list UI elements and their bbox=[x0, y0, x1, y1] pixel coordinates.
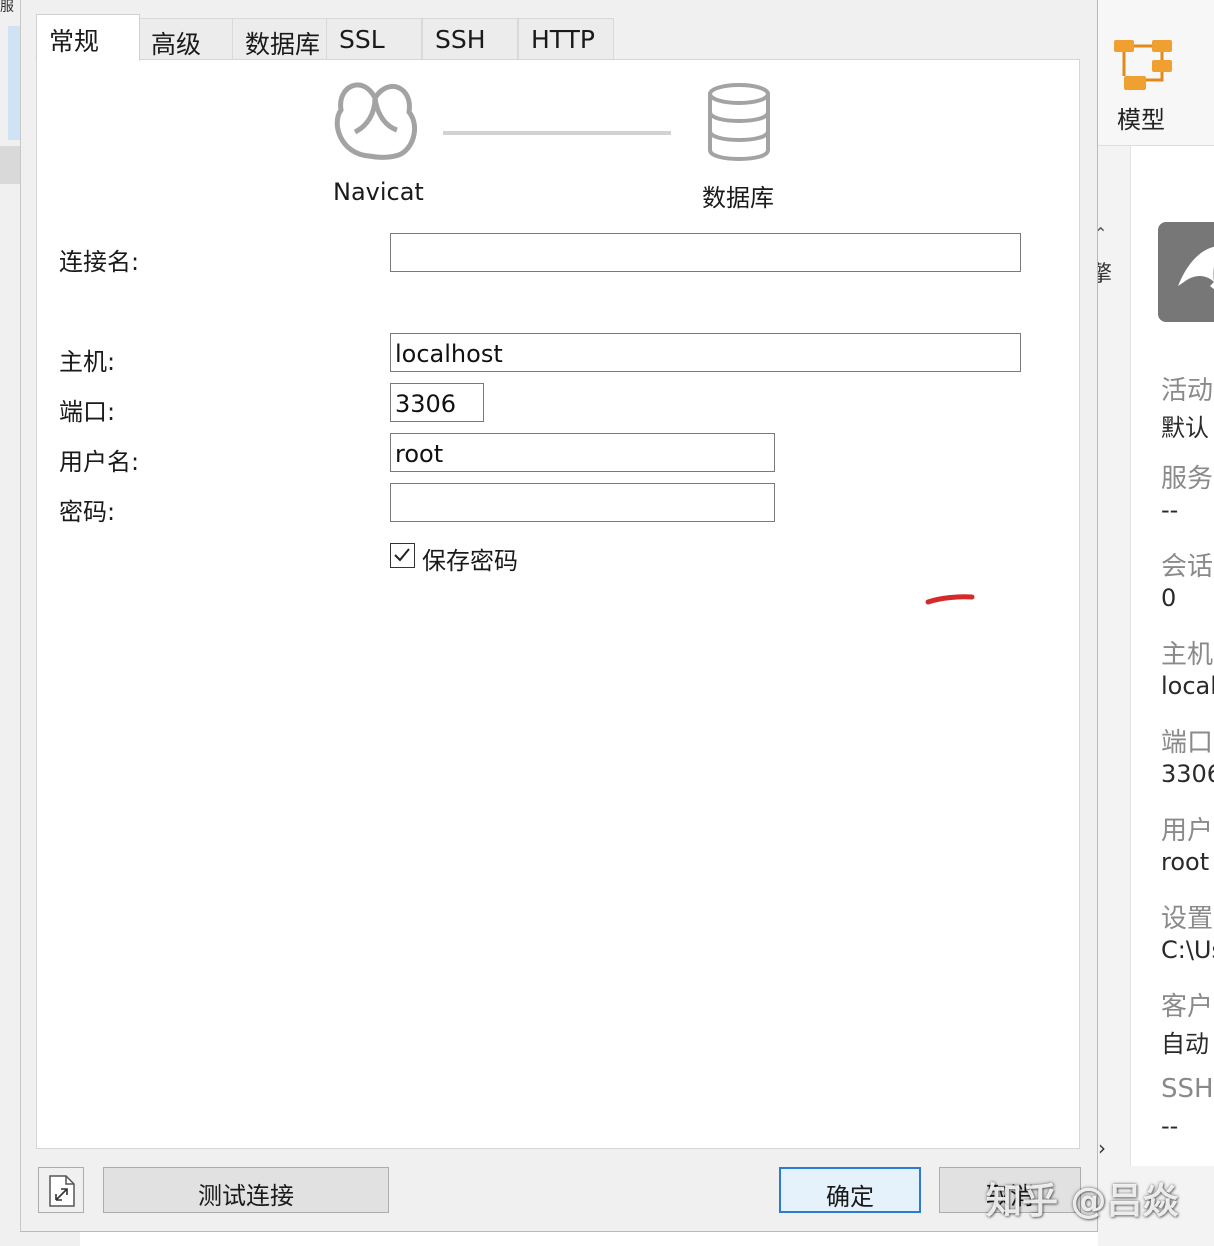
info-value-session: 0 bbox=[1161, 584, 1177, 612]
save-password-label[interactable]: 保存密码 bbox=[422, 541, 518, 576]
background-left-panel bbox=[0, 0, 22, 1246]
connection-name-label: 连接名: bbox=[59, 248, 140, 276]
tab-database[interactable]: 数据库 bbox=[232, 18, 328, 60]
expand-arrow-icon[interactable]: › bbox=[1098, 1136, 1106, 1160]
database-label: 数据库 bbox=[702, 184, 774, 212]
tab-http[interactable]: HTTP bbox=[518, 18, 614, 60]
host-label: 主机: bbox=[59, 348, 116, 376]
info-label-ssh: SSH bbox=[1161, 1074, 1214, 1104]
port-label: 端口: bbox=[59, 398, 116, 426]
mysql-icon bbox=[1158, 222, 1214, 322]
password-label: 密码: bbox=[59, 498, 116, 526]
info-value-ssh: -- bbox=[1161, 1112, 1179, 1140]
tab-ssh[interactable]: SSH bbox=[422, 18, 518, 60]
port-input[interactable] bbox=[390, 383, 484, 422]
info-value-settings: C:\Us bbox=[1161, 936, 1214, 964]
checkmark-icon bbox=[394, 548, 410, 562]
ok-button[interactable]: 确定 bbox=[779, 1167, 921, 1213]
tab-ssl[interactable]: SSL bbox=[326, 18, 422, 60]
document-export-icon bbox=[49, 1175, 75, 1207]
username-label: 用户名: bbox=[59, 448, 140, 476]
info-label-host: 主机 bbox=[1161, 640, 1214, 670]
host-input[interactable] bbox=[390, 333, 1021, 372]
password-input[interactable] bbox=[390, 483, 775, 522]
background-corner-text: 服 bbox=[0, 0, 14, 15]
navicat-icon bbox=[334, 82, 417, 160]
watermark: 知乎 @吕焱 bbox=[986, 1181, 1179, 1222]
tab-general[interactable]: 常规 bbox=[36, 14, 140, 61]
username-input[interactable] bbox=[390, 433, 775, 472]
info-label-session: 会话 bbox=[1161, 552, 1214, 582]
connection-name-input[interactable] bbox=[390, 233, 1021, 272]
connection-line bbox=[443, 131, 671, 135]
test-connection-button[interactable]: 测试连接 bbox=[103, 1167, 389, 1213]
info-label-port: 端口 bbox=[1161, 728, 1214, 758]
info-value-activity: 默认 bbox=[1161, 414, 1209, 442]
info-value-port: 3306 bbox=[1161, 760, 1214, 788]
info-label-user: 用户 bbox=[1161, 816, 1214, 846]
save-password-checkbox[interactable] bbox=[390, 543, 415, 568]
red-pen-mark bbox=[925, 594, 975, 605]
info-value-host: local bbox=[1161, 672, 1214, 700]
info-value-client: 自动 bbox=[1161, 1030, 1209, 1058]
info-label-client: 客户 bbox=[1161, 992, 1214, 1022]
info-label-activity: 活动 bbox=[1161, 376, 1214, 406]
info-label-settings: 设置 bbox=[1161, 904, 1214, 934]
database-icon bbox=[708, 83, 770, 162]
background-left-band bbox=[0, 146, 22, 184]
tab-advanced[interactable]: 高级 bbox=[138, 18, 234, 60]
navicat-label: Navicat bbox=[333, 178, 424, 206]
info-value-user: root bbox=[1161, 848, 1210, 876]
model-button-label: 模型 bbox=[1117, 106, 1165, 134]
share-connection-button[interactable] bbox=[38, 1167, 84, 1213]
info-value-server: -- bbox=[1161, 496, 1179, 524]
background-side-column bbox=[1098, 146, 1128, 1166]
info-label-server: 服务 bbox=[1161, 464, 1214, 494]
model-icon bbox=[1114, 40, 1172, 90]
